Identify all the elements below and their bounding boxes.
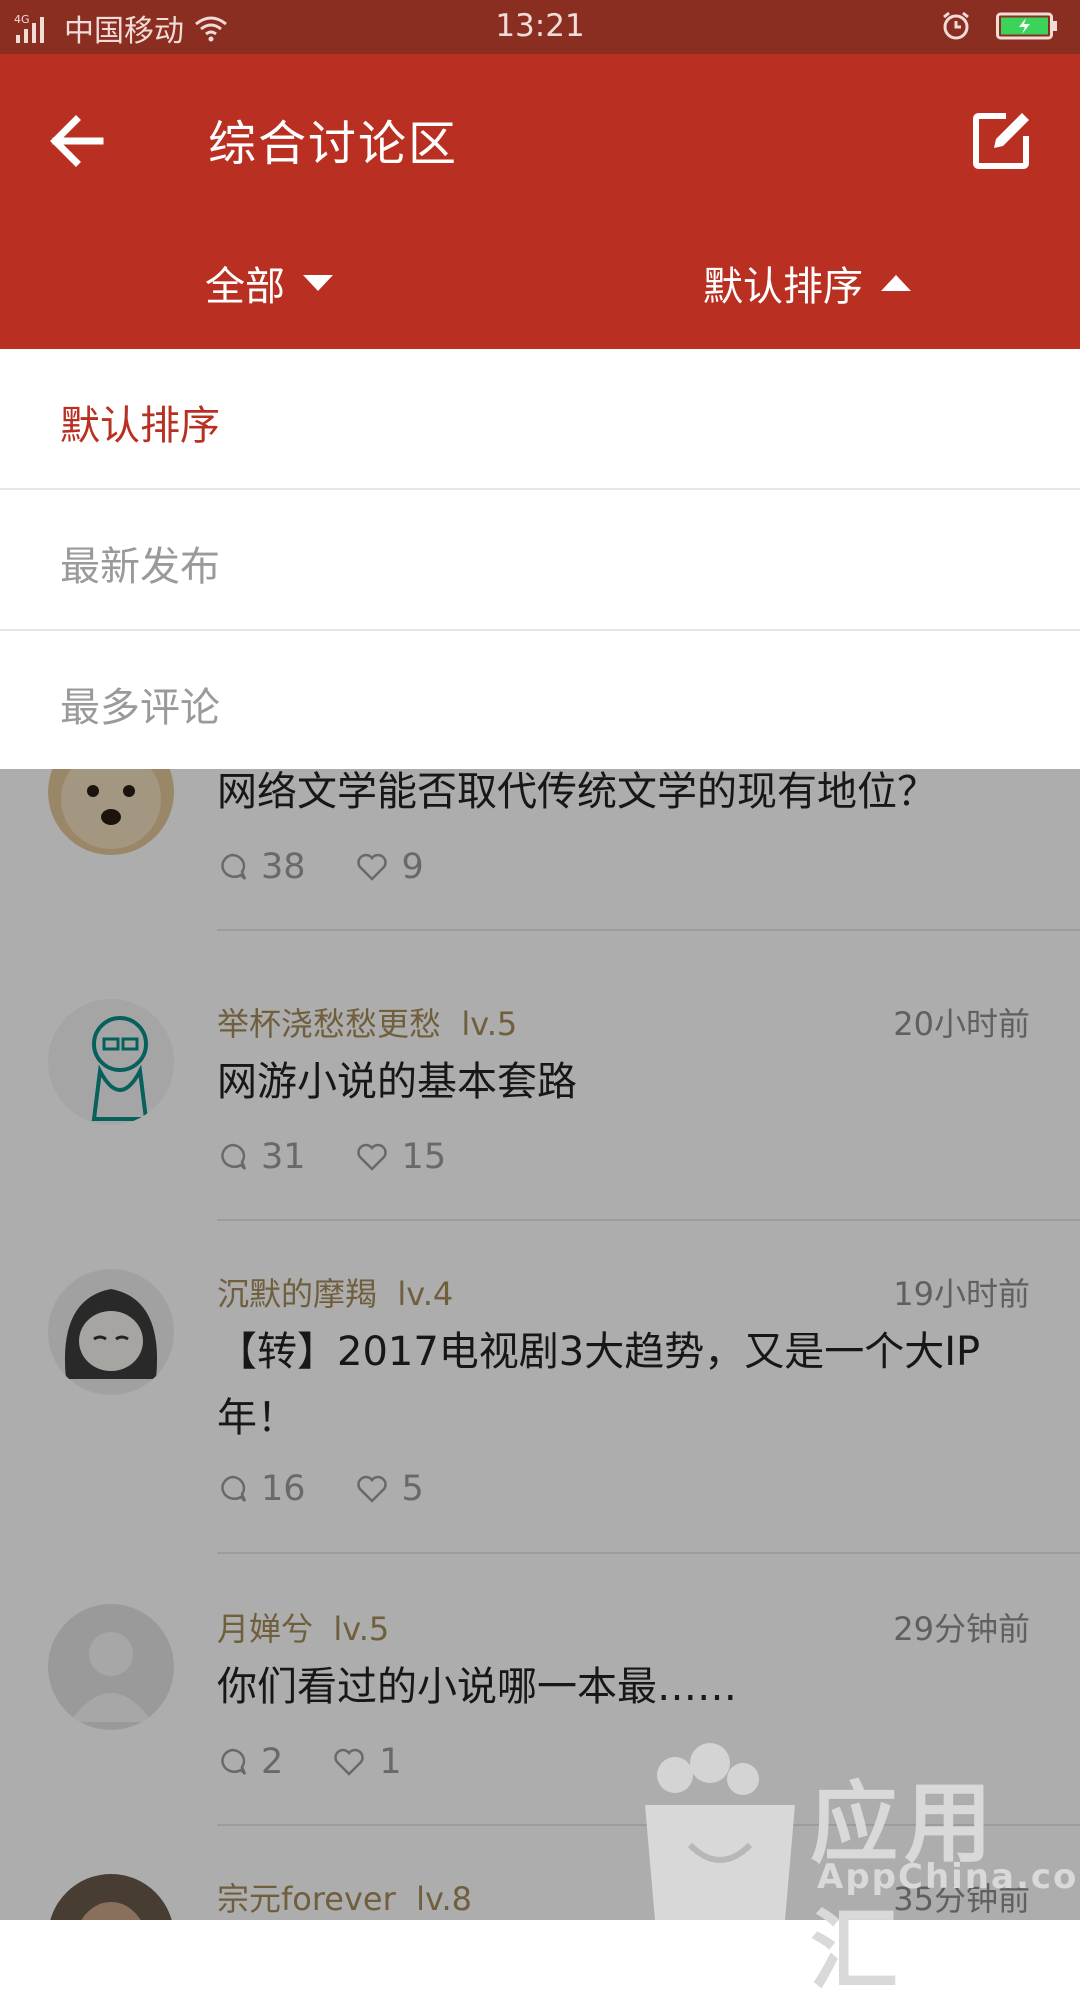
sort-option-newest[interactable]: 最新发布 <box>0 490 1080 629</box>
sort-filter-label: 默认排序 <box>703 264 863 310</box>
watermark: 应用汇 AppChina.com <box>635 1735 1080 2002</box>
sort-option-label: 最新发布 <box>60 544 220 590</box>
back-arrow-icon[interactable] <box>44 106 114 176</box>
sort-option-label: 最多评论 <box>60 685 220 731</box>
watermark-logo-icon <box>645 1743 795 1920</box>
app-bar: 综合讨论区 全部 默认排序 <box>0 54 1080 349</box>
battery-charging-icon <box>996 12 1057 40</box>
page-title: 综合讨论区 <box>208 116 459 172</box>
status-time: 13:21 <box>495 8 585 44</box>
sort-option-label: 默认排序 <box>60 403 220 449</box>
watermark-sub: AppChina.com <box>817 1857 1080 1897</box>
category-filter[interactable]: 全部 <box>205 254 333 312</box>
sort-filter[interactable]: 默认排序 <box>703 254 911 312</box>
caret-down-icon <box>303 275 333 291</box>
compose-icon[interactable] <box>966 106 1036 176</box>
sort-menu: 默认排序 最新发布 最多评论 <box>0 349 1080 769</box>
category-filter-label: 全部 <box>205 264 285 310</box>
status-bar: 4G 中国移动 13:21 <box>0 0 1080 54</box>
alarm-icon <box>943 11 969 40</box>
sort-option-default[interactable]: 默认排序 <box>0 349 1080 488</box>
sort-option-most-comments[interactable]: 最多评论 <box>0 631 1080 770</box>
caret-up-icon <box>881 275 911 291</box>
status-right <box>940 10 1058 42</box>
